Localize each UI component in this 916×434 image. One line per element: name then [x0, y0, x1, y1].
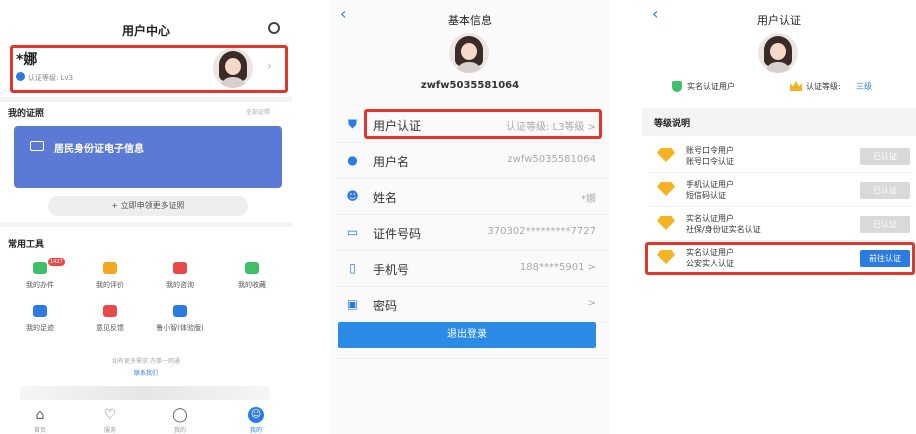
tool-item[interactable]: 鲁小智(体验版): [150, 305, 210, 333]
tools-title: 常用工具: [8, 240, 45, 250]
chat-bubble-icon: ◯: [172, 407, 188, 423]
highlight-box: [364, 109, 602, 139]
verified-button[interactable]: 已认证: [860, 216, 910, 233]
gem-icon: [657, 216, 675, 230]
row-label: 密码: [373, 299, 398, 313]
gem-icon: [657, 182, 675, 196]
phone-icon: ▯: [349, 261, 356, 275]
footer-watermark: [20, 386, 270, 400]
level-title: 账号口令用户: [686, 146, 734, 155]
logout-button[interactable]: 退出登录: [338, 322, 596, 348]
realname-shield-icon: [672, 81, 682, 92]
level-title: 实名认证用户: [686, 214, 734, 223]
section-title: 我的证照: [8, 109, 45, 119]
row-label: 用户名: [373, 155, 410, 169]
footprint-icon: [33, 305, 47, 317]
level-value: 三级: [856, 82, 872, 91]
tool-item[interactable]: 我的咨询: [150, 262, 210, 290]
robot-icon: [173, 305, 187, 317]
username-label: zwfw5035581064: [420, 80, 520, 91]
folder-icon: [33, 262, 47, 274]
info-row[interactable]: ▯ 手机号 188****5901 >: [336, 251, 606, 287]
nav-mine[interactable]: ☺ 我的: [236, 407, 276, 434]
tool-item[interactable]: 我的评价: [80, 262, 140, 290]
highlight-box: [10, 45, 288, 93]
tool-item[interactable]: 意见反馈: [80, 305, 140, 333]
row-label: 手机号: [373, 263, 410, 277]
gem-icon: [657, 148, 675, 162]
realname-badge: 实名认证用户: [687, 82, 735, 91]
lock-icon: ▣: [346, 297, 359, 311]
star-icon: [245, 262, 259, 274]
tool-label: 我的咨询: [166, 281, 194, 289]
row-label: 证件号码: [373, 227, 422, 241]
verified-button[interactable]: 已认证: [860, 148, 910, 165]
info-row[interactable]: ▣ 密码 >: [336, 287, 606, 323]
avatar: [449, 33, 489, 73]
crown-icon: [790, 81, 802, 91]
tool-label: 意见反馈: [96, 324, 124, 332]
page-title: 用户认证: [757, 14, 801, 27]
info-row[interactable]: ▭ 证件号码 370302*********7727: [336, 215, 606, 251]
tool-label: 我的收藏: [238, 281, 266, 289]
heart-icon: ♡: [103, 407, 117, 423]
tool-label: 我的足迹: [26, 324, 54, 332]
contact-us-link[interactable]: 联系我们: [0, 368, 292, 377]
tool-item[interactable]: 我的收藏: [222, 262, 282, 290]
section-header: 等级说明: [642, 108, 916, 136]
chat-icon: [173, 262, 187, 274]
tool-label: 鲁小智(体验版): [156, 324, 204, 332]
tool-label: 我的办件: [26, 281, 54, 289]
row-value: 188****5901 >: [519, 262, 596, 273]
level-desc: 账号口令认证: [686, 157, 734, 166]
info-row[interactable]: ☻ 姓名 *娜: [336, 179, 606, 215]
info-row[interactable]: ● 用户名 zwfw5035581064: [336, 143, 606, 179]
row-label: 姓名: [373, 191, 398, 205]
id-card-icon: [30, 141, 44, 151]
highlight-box: [645, 242, 915, 275]
level-desc: 短信码认证: [686, 191, 726, 200]
section-title: 等级说明: [654, 119, 691, 129]
verified-button[interactable]: 已认证: [860, 182, 910, 199]
user-icon: ●: [347, 153, 358, 167]
level-label: 认证等级:: [806, 82, 841, 91]
card-title: 居民身份证电子信息: [54, 144, 144, 155]
tool-item[interactable]: 1427 我的办件: [10, 258, 70, 290]
feedback-icon: [103, 305, 117, 317]
id-card-icon: ▭: [346, 225, 359, 239]
tool-item[interactable]: 我的足迹: [10, 305, 70, 333]
level-item: 账号口令用户 账号口令认证 已认证: [650, 140, 914, 173]
level-title: 手机认证用户: [686, 180, 734, 189]
row-value: >: [587, 298, 596, 309]
row-value: *娜: [581, 194, 596, 205]
level-item: 实名认证用户社保/身份证实名认证 已认证: [650, 208, 914, 241]
sun-icon: [103, 262, 117, 274]
page-title: 基本信息: [448, 14, 492, 27]
user-center-screen: 用户中心 *娜 认证等级: Lv3 › 我的证照 全部证照 居民身份证电子信息 …: [0, 0, 292, 434]
avatar: [758, 33, 798, 73]
all-licenses-link[interactable]: 全部证照: [246, 107, 270, 116]
id-card-banner[interactable]: 居民身份证电子信息: [14, 126, 282, 188]
tool-label: 我的评价: [96, 281, 124, 289]
level-desc: 社保/身份证实名认证: [686, 225, 761, 234]
smile-icon: ☺: [248, 407, 264, 423]
settings-icon[interactable]: [268, 22, 280, 34]
nav-discover[interactable]: ◯ 我的: [160, 407, 200, 434]
footer-text: 如有更多需求 办事一网通: [112, 358, 180, 365]
divider: [0, 222, 292, 227]
nav-home[interactable]: ⌂ 首页: [20, 407, 60, 434]
level-item: 手机认证用户 短信码认证 已认证: [650, 174, 914, 207]
shield-icon: ⛊: [347, 117, 357, 131]
home-icon: ⌂: [35, 407, 45, 423]
divider: [0, 97, 292, 102]
nav-service[interactable]: ♡ 服务: [90, 407, 130, 434]
page-title: 用户中心: [121, 24, 170, 38]
badge-count: 1427: [48, 258, 65, 266]
apply-more-button[interactable]: + 立即申领更多证照: [48, 196, 248, 216]
row-value: zwfw5035581064: [507, 154, 596, 165]
face-icon: ☻: [346, 189, 359, 203]
row-value: 370302*********7727: [487, 226, 596, 237]
